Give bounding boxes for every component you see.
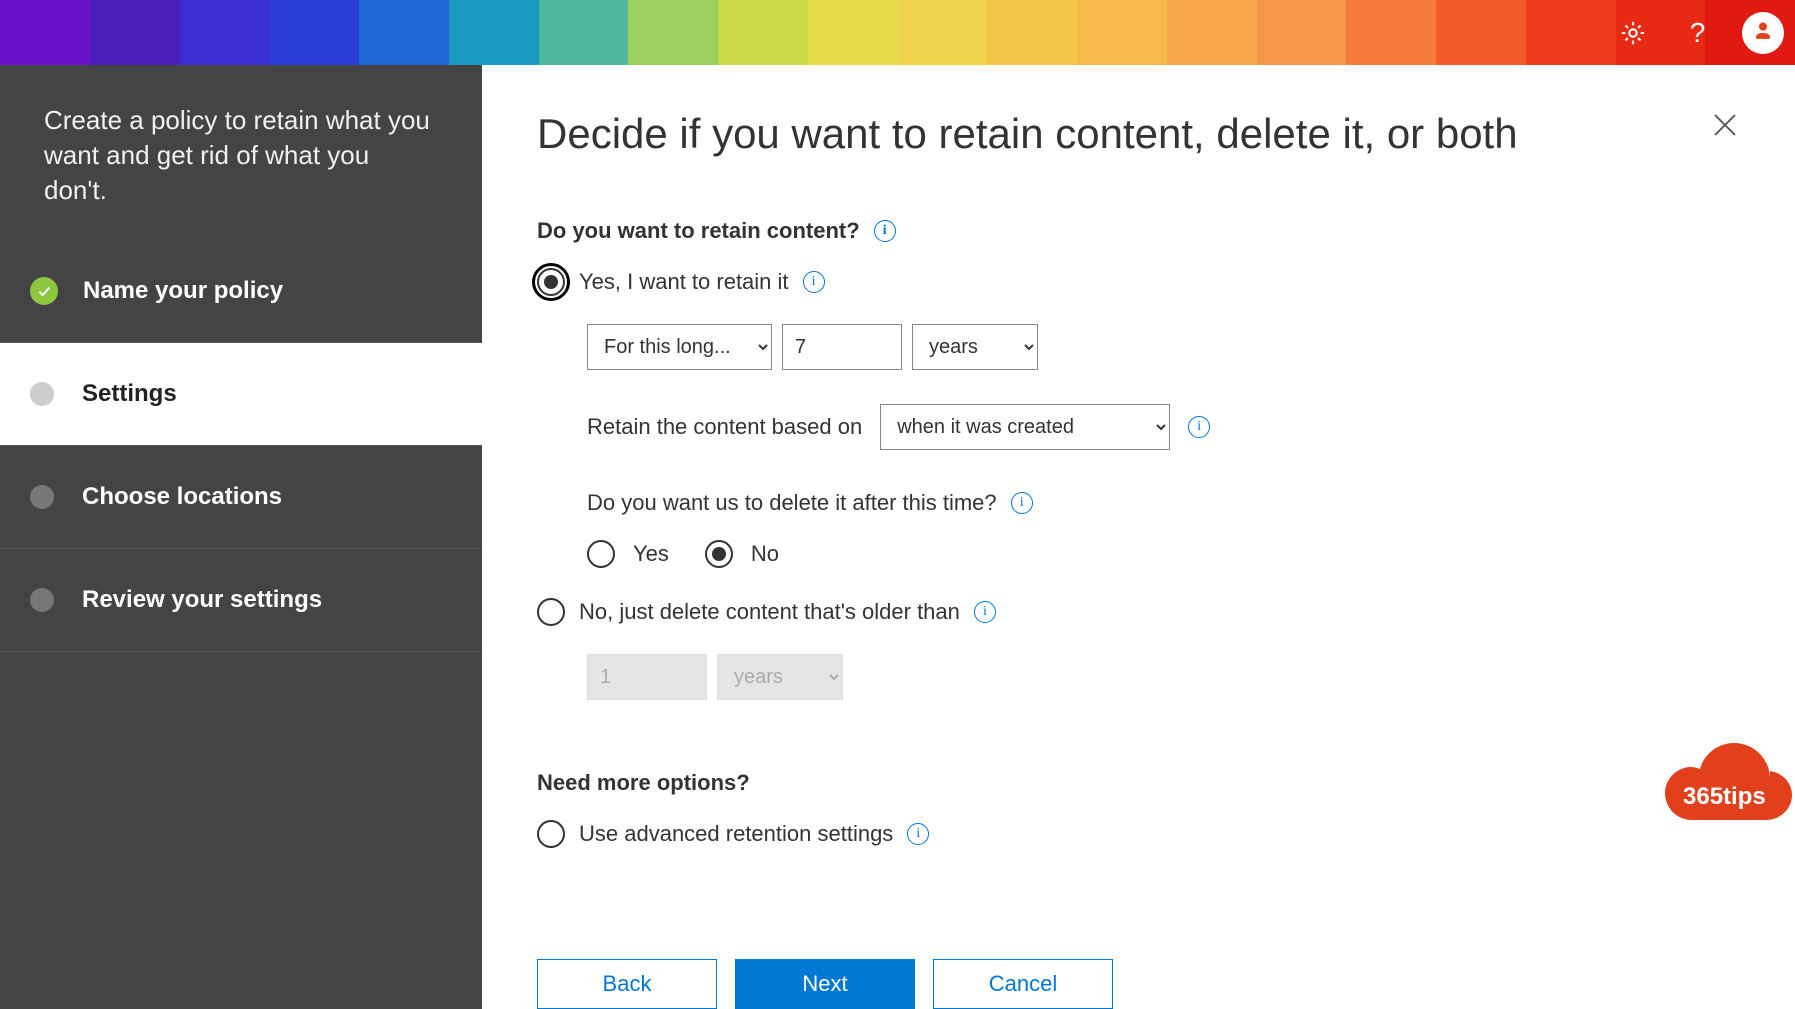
settings-icon[interactable] bbox=[1600, 0, 1665, 65]
delete-duration-input bbox=[587, 654, 707, 700]
step-label: Review your settings bbox=[82, 586, 322, 614]
step-choose-locations[interactable]: Choose locations bbox=[0, 446, 482, 549]
retention-mode-select[interactable]: For this long... bbox=[587, 324, 772, 370]
main-panel: Decide if you want to retain content, de… bbox=[482, 65, 1795, 1009]
info-icon[interactable]: i bbox=[1188, 416, 1210, 438]
info-icon[interactable]: i bbox=[1011, 492, 1033, 514]
radio-no-just-delete-label: No, just delete content that's older tha… bbox=[579, 599, 960, 625]
next-button[interactable]: Next bbox=[735, 959, 915, 1009]
check-icon bbox=[30, 277, 58, 305]
based-on-select[interactable]: when it was created bbox=[880, 404, 1170, 450]
step-label: Name your policy bbox=[83, 277, 283, 305]
question-delete-after: Do you want us to delete it after this t… bbox=[587, 490, 1033, 516]
step-review-settings[interactable]: Review your settings bbox=[0, 549, 482, 652]
question-retain-text: Do you want to retain content? bbox=[537, 218, 860, 244]
cancel-button[interactable]: Cancel bbox=[933, 959, 1113, 1009]
radio-yes-retain[interactable] bbox=[537, 268, 565, 296]
step-name-your-policy[interactable]: Name your policy bbox=[0, 240, 482, 343]
radio-delete-no[interactable] bbox=[705, 540, 733, 568]
radio-delete-yes[interactable] bbox=[587, 540, 615, 568]
step-settings[interactable]: Settings bbox=[0, 343, 482, 446]
radio-yes-retain-label: Yes, I want to retain it bbox=[579, 269, 789, 295]
radio-delete-yes-label: Yes bbox=[633, 541, 669, 567]
question-delete-after-text: Do you want us to delete it after this t… bbox=[587, 490, 997, 516]
step-label: Settings bbox=[82, 380, 177, 408]
top-ribbon: ? bbox=[0, 0, 1795, 65]
close-button[interactable] bbox=[1710, 110, 1740, 145]
radio-advanced[interactable] bbox=[537, 820, 565, 848]
info-icon[interactable]: i bbox=[974, 601, 996, 623]
brand-text: 365tips bbox=[1683, 783, 1766, 810]
back-button[interactable]: Back bbox=[537, 959, 717, 1009]
radio-no-just-delete[interactable] bbox=[537, 598, 565, 626]
sidebar-title: Create a policy to retain what you want … bbox=[0, 65, 482, 240]
more-options-title-text: Need more options? bbox=[537, 770, 750, 796]
step-label: Choose locations bbox=[82, 483, 282, 511]
radio-advanced-label: Use advanced retention settings bbox=[579, 821, 893, 847]
brand-logo: 365tips bbox=[1635, 734, 1795, 849]
info-icon[interactable]: i bbox=[874, 220, 896, 242]
info-icon[interactable]: i bbox=[803, 271, 825, 293]
more-options-title: Need more options? bbox=[537, 770, 750, 796]
based-on-label: Retain the content based on bbox=[587, 414, 862, 440]
wizard-footer: Back Next Cancel bbox=[537, 959, 1113, 1009]
wizard-sidebar: Create a policy to retain what you want … bbox=[0, 65, 482, 1009]
step-indicator bbox=[30, 382, 54, 406]
delete-unit-select: years bbox=[717, 654, 843, 700]
radio-delete-no-label: No bbox=[751, 541, 779, 567]
help-icon[interactable]: ? bbox=[1665, 0, 1730, 65]
account-avatar[interactable] bbox=[1730, 0, 1795, 65]
step-indicator bbox=[30, 485, 54, 509]
retention-unit-select[interactable]: years bbox=[912, 324, 1038, 370]
step-indicator bbox=[30, 588, 54, 612]
retention-duration-input[interactable] bbox=[782, 324, 902, 370]
info-icon[interactable]: i bbox=[907, 823, 929, 845]
question-retain: Do you want to retain content? i bbox=[537, 218, 896, 244]
page-title: Decide if you want to retain content, de… bbox=[537, 110, 1740, 158]
